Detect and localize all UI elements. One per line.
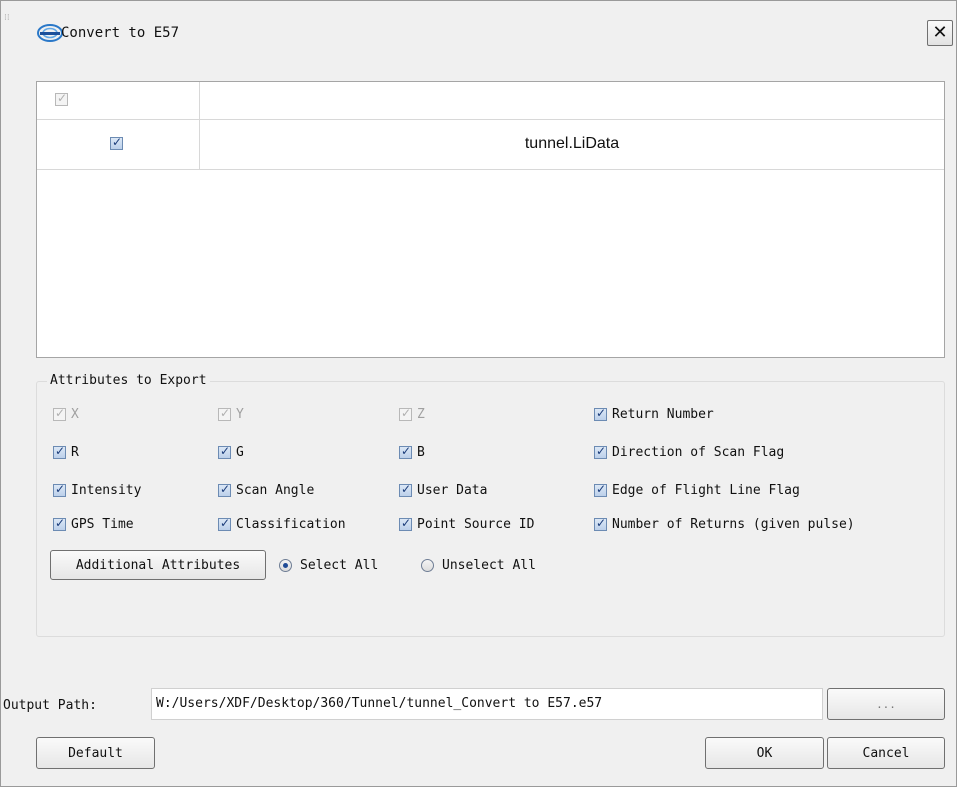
select-all-radio[interactable] xyxy=(279,559,292,572)
attr-number-of-returns-option[interactable]: Number of Returns (given pulse) xyxy=(594,516,855,532)
attr-intensity-label: Intensity xyxy=(71,483,142,498)
attr-number-of-returns-checkbox[interactable] xyxy=(594,516,607,531)
attr-g-option[interactable]: G xyxy=(218,444,244,460)
attr-number-of-returns-label: Number of Returns (given pulse) xyxy=(612,517,855,532)
attr-y-label: Y xyxy=(236,407,244,422)
attr-direction-scan-flag-checkbox[interactable] xyxy=(594,444,607,459)
close-icon: ✕ xyxy=(932,22,948,43)
close-button[interactable]: ✕ xyxy=(927,20,953,46)
app-logo-icon xyxy=(37,24,63,42)
unselect-all-label: Unselect All xyxy=(442,558,536,573)
dialog-title: Convert to E57 xyxy=(61,25,180,41)
attr-classification-checkbox[interactable] xyxy=(218,516,231,531)
attr-classification-option[interactable]: Classification xyxy=(218,516,346,532)
output-path-input[interactable]: W:/Users/XDF/Desktop/360/Tunnel/tunnel_C… xyxy=(151,688,823,720)
default-button[interactable]: Default xyxy=(36,737,155,769)
output-path-label: Output Path: xyxy=(3,698,97,713)
attr-edge-flight-line-label: Edge of Flight Line Flag xyxy=(612,483,800,498)
attr-g-label: G xyxy=(236,445,244,460)
attr-return-number-option[interactable]: Return Number xyxy=(594,406,714,422)
attr-g-checkbox[interactable] xyxy=(218,444,231,459)
attr-x-option[interactable]: X xyxy=(53,406,79,422)
select-all-files-checkbox[interactable] xyxy=(55,91,68,106)
attr-y-checkbox[interactable] xyxy=(218,406,231,421)
select-all-option[interactable]: Select All xyxy=(279,558,378,573)
attr-gps-time-option[interactable]: GPS Time xyxy=(53,516,134,532)
attr-return-number-checkbox[interactable] xyxy=(594,406,607,421)
ok-button[interactable]: OK xyxy=(705,737,824,769)
attr-z-option[interactable]: Z xyxy=(399,406,425,422)
attr-scan-angle-checkbox[interactable] xyxy=(218,482,231,497)
cancel-button[interactable]: Cancel xyxy=(827,737,945,769)
attr-direction-scan-flag-option[interactable]: Direction of Scan Flag xyxy=(594,444,785,460)
attr-user-data-option[interactable]: User Data xyxy=(399,482,488,498)
unselect-all-radio[interactable] xyxy=(421,559,434,572)
attr-z-label: Z xyxy=(417,407,425,422)
attr-return-number-label: Return Number xyxy=(612,407,714,422)
title-bar[interactable]: ⁞⁞ Convert to E57 ✕ xyxy=(1,1,956,63)
attributes-group xyxy=(36,381,945,637)
attr-b-option[interactable]: B xyxy=(399,444,425,460)
attr-edge-flight-line-option[interactable]: Edge of Flight Line Flag xyxy=(594,482,800,498)
file-checkbox[interactable] xyxy=(110,135,123,150)
attr-r-checkbox[interactable] xyxy=(53,444,66,459)
attr-point-source-id-checkbox[interactable] xyxy=(399,516,412,531)
attr-intensity-option[interactable]: Intensity xyxy=(53,482,142,498)
file-table: tunnel.LiData xyxy=(36,81,945,358)
attr-r-option[interactable]: R xyxy=(53,444,79,460)
attr-gps-time-checkbox[interactable] xyxy=(53,516,66,531)
attr-gps-time-label: GPS Time xyxy=(71,517,134,532)
attr-y-option[interactable]: Y xyxy=(218,406,244,422)
attr-x-label: X xyxy=(71,407,79,422)
attr-z-checkbox[interactable] xyxy=(399,406,412,421)
additional-attributes-button[interactable]: Additional Attributes xyxy=(50,550,266,580)
table-header xyxy=(37,82,944,120)
attr-x-checkbox[interactable] xyxy=(53,406,66,421)
unselect-all-option[interactable]: Unselect All xyxy=(421,558,536,573)
file-name-cell: tunnel.LiData xyxy=(524,135,620,152)
attr-b-label: B xyxy=(417,445,425,460)
attributes-group-title: Attributes to Export xyxy=(47,373,210,388)
convert-dialog: ⁞⁞ Convert to E57 ✕ tunnel.LiData Attrib… xyxy=(0,0,957,787)
attr-r-label: R xyxy=(71,445,79,460)
table-row[interactable]: tunnel.LiData xyxy=(37,119,944,170)
attr-scan-angle-label: Scan Angle xyxy=(236,483,315,498)
attr-intensity-checkbox[interactable] xyxy=(53,482,66,497)
browse-button[interactable]: ... xyxy=(827,688,945,720)
drag-grip-icon: ⁞⁞ xyxy=(4,13,10,23)
attr-b-checkbox[interactable] xyxy=(399,444,412,459)
attr-classification-label: Classification xyxy=(236,517,346,532)
select-all-label: Select All xyxy=(300,558,379,573)
attr-edge-flight-line-checkbox[interactable] xyxy=(594,482,607,497)
attr-point-source-id-label: Point Source ID xyxy=(417,517,535,532)
attr-scan-angle-option[interactable]: Scan Angle xyxy=(218,482,315,498)
attr-user-data-checkbox[interactable] xyxy=(399,482,412,497)
attr-direction-scan-flag-label: Direction of Scan Flag xyxy=(612,445,785,460)
attr-point-source-id-option[interactable]: Point Source ID xyxy=(399,516,535,532)
attr-user-data-label: User Data xyxy=(417,483,488,498)
